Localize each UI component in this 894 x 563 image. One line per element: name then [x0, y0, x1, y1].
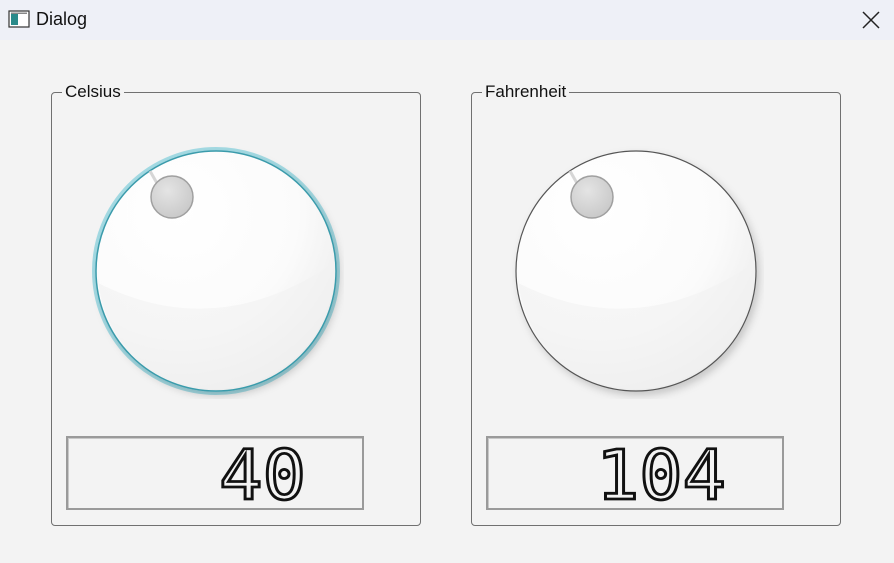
- celsius-dial[interactable]: [88, 143, 344, 399]
- celsius-group-title: Celsius: [62, 81, 124, 103]
- fahrenheit-lcd: 104: [486, 436, 784, 510]
- fahrenheit-group-title: Fahrenheit: [482, 81, 570, 103]
- title-bar: Dialog: [0, 0, 894, 40]
- window-title: Dialog: [36, 9, 88, 29]
- fahrenheit-lcd-digits: 104: [595, 438, 728, 508]
- celsius-lcd-digits: 40: [218, 438, 308, 508]
- fahrenheit-group: Fahrenheit 104: [471, 81, 841, 526]
- app-icon: [8, 10, 30, 28]
- close-icon: [862, 11, 880, 29]
- close-button[interactable]: [848, 0, 894, 40]
- celsius-lcd: 40: [66, 436, 364, 510]
- fahrenheit-dial[interactable]: [508, 143, 764, 399]
- fahrenheit-lcd-value: 104: [596, 438, 726, 508]
- celsius-group: Celsius 40: [51, 81, 421, 526]
- celsius-lcd-value: 40: [219, 438, 306, 508]
